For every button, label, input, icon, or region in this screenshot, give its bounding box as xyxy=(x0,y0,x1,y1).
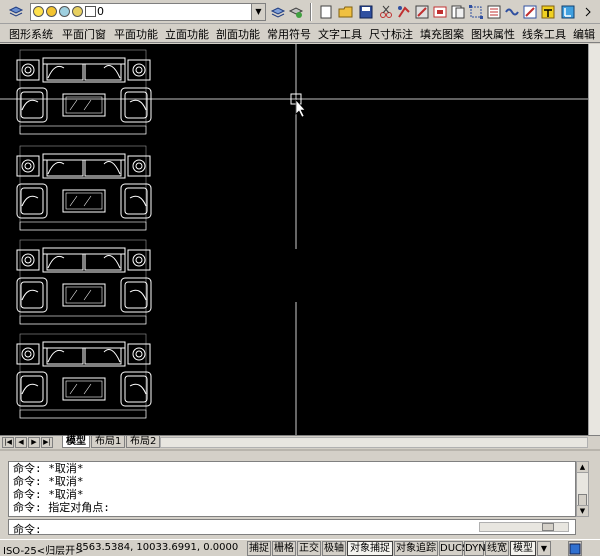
copy-icon[interactable] xyxy=(396,4,412,20)
status-bar: ISO-25<归层开> 8563.5384, 10033.6991, 0.000… xyxy=(0,539,600,556)
layer-previous-icon[interactable] xyxy=(270,4,286,20)
layer-iso-icon[interactable] xyxy=(288,4,304,20)
ortho-toggle[interactable]: 正交 xyxy=(297,541,321,556)
tab-layout2[interactable]: 布局2 xyxy=(126,436,161,448)
command-history-line: 命令: *取消* xyxy=(13,488,84,501)
cut-icon[interactable] xyxy=(378,4,394,20)
command-horizontal-scrollbar[interactable] xyxy=(479,522,569,532)
overflow-icon[interactable] xyxy=(580,4,596,20)
current-layer-name: 0 xyxy=(97,5,104,18)
tab-model[interactable]: 模型 xyxy=(62,436,90,448)
first-tab-icon[interactable]: |◀ xyxy=(2,437,14,448)
snap-toggle[interactable]: 捕捉 xyxy=(247,541,271,556)
canvas-vertical-scrollbar[interactable] xyxy=(588,44,600,435)
command-prompt: 命令: xyxy=(13,523,42,536)
menu-item-section-functions[interactable]: 剖面功能 xyxy=(216,26,260,42)
layer-state-icons xyxy=(33,6,96,18)
menu-item-edit[interactable]: 编辑 xyxy=(573,26,595,42)
design-center-icon[interactable] xyxy=(540,4,556,20)
scroll-thumb[interactable] xyxy=(542,523,554,531)
zoom-icon[interactable] xyxy=(504,4,520,20)
dimension-style-label[interactable]: ISO-25<归层开> xyxy=(3,542,84,556)
scroll-up-icon[interactable]: ▲ xyxy=(577,462,588,473)
layer-dropdown[interactable]: 0 ▼ xyxy=(30,3,266,21)
color-swatch-icon xyxy=(85,6,96,17)
command-history-line: 命令: 指定对角点: xyxy=(13,501,110,514)
command-window: 命令: *取消* 命令: *取消* 命令: *取消* 命令: 指定对角点: ▲ … xyxy=(0,449,600,539)
properties-icon[interactable] xyxy=(522,4,538,20)
scroll-down-icon[interactable]: ▼ xyxy=(577,505,588,516)
command-history-line: 命令: *取消* xyxy=(13,462,84,475)
command-input[interactable]: 命令: xyxy=(8,519,576,536)
layer-manager-icon[interactable] xyxy=(8,4,24,20)
sofa-layout-4[interactable] xyxy=(16,333,152,419)
layer-toolbar: 0 ▼ xyxy=(0,0,600,24)
menu-item-block-attributes[interactable]: 图块属性 xyxy=(471,26,515,42)
lineweight-toggle[interactable]: 线宽 xyxy=(485,541,509,556)
pan-icon[interactable] xyxy=(486,4,502,20)
crosshair-cursor xyxy=(0,44,588,435)
last-tab-icon[interactable]: ▶| xyxy=(41,437,53,448)
new-icon[interactable] xyxy=(318,4,334,20)
tool-palette-icon[interactable] xyxy=(560,4,576,20)
match-icon[interactable] xyxy=(432,4,448,20)
paste-icon[interactable] xyxy=(414,4,430,20)
menu-item-hatch-patterns[interactable]: 填充图案 xyxy=(420,26,464,42)
viewport-icon xyxy=(59,6,70,17)
menu-item-dimension[interactable]: 尺寸标注 xyxy=(369,26,413,42)
command-history-line: 命令: *取消* xyxy=(13,475,84,488)
menu-item-text-tools[interactable]: 文字工具 xyxy=(318,26,362,42)
object-tracking-toggle[interactable]: 对象追踪 xyxy=(394,541,438,556)
menu-item-plan-doors-windows[interactable]: 平面门窗 xyxy=(62,26,106,42)
open-icon[interactable] xyxy=(338,4,354,20)
model-space-toggle[interactable]: 模型 xyxy=(510,541,536,556)
next-tab-icon[interactable]: ▶ xyxy=(28,437,40,448)
grid-toggle[interactable]: 栅格 xyxy=(272,541,296,556)
cad-drawing xyxy=(0,44,588,435)
prev-tab-icon[interactable]: ◀ xyxy=(15,437,27,448)
command-history-scrollbar[interactable]: ▲ ▼ xyxy=(576,461,589,517)
canvas-horizontal-scrollbar[interactable] xyxy=(160,437,588,448)
drawing-canvas[interactable] xyxy=(0,44,588,435)
coordinate-readout[interactable]: 8563.5384, 10033.6991, 0.0000 xyxy=(76,542,238,553)
command-history: 命令: *取消* 命令: *取消* 命令: *取消* 命令: 指定对角点: xyxy=(8,461,576,517)
redo-icon[interactable] xyxy=(468,4,484,20)
ducs-toggle[interactable]: DUCS xyxy=(439,541,468,556)
menu-item-plan-functions[interactable]: 平面功能 xyxy=(114,26,158,42)
layout-tabs-bar: |◀ ◀ ▶ ▶| 模型 布局1 布局2 xyxy=(0,435,600,448)
sofa-layout-3[interactable] xyxy=(16,239,152,325)
clean-screen-icon[interactable] xyxy=(568,541,582,556)
toolbar-separator xyxy=(310,3,312,21)
polar-toggle[interactable]: 极轴 xyxy=(322,541,346,556)
menu-item-graphics-system[interactable]: 图形系统 xyxy=(9,26,53,42)
tab-layout1[interactable]: 布局1 xyxy=(91,436,126,448)
status-menu-chevron-icon[interactable]: ▼ xyxy=(537,541,551,556)
save-icon[interactable] xyxy=(358,4,374,20)
menu-item-line-tools[interactable]: 线条工具 xyxy=(522,26,566,42)
sofa-layout-2[interactable] xyxy=(16,145,152,231)
sun-icon xyxy=(46,6,57,17)
chevron-down-icon[interactable]: ▼ xyxy=(251,4,265,20)
dyn-toggle[interactable]: DYN xyxy=(464,541,486,556)
menu-item-common-symbols[interactable]: 常用符号 xyxy=(267,26,311,42)
menu-item-elevation-functions[interactable]: 立面功能 xyxy=(165,26,209,42)
sofa-layout-1[interactable] xyxy=(16,49,152,135)
lock-icon xyxy=(72,6,83,17)
menu-bar: 图形系统 平面门窗 平面功能 立面功能 剖面功能 常用符号 文字工具 尺寸标注 … xyxy=(0,24,600,43)
undo-icon[interactable] xyxy=(450,4,466,20)
object-snap-toggle[interactable]: 对象捕捉 xyxy=(347,541,393,556)
bulb-icon xyxy=(33,6,44,17)
